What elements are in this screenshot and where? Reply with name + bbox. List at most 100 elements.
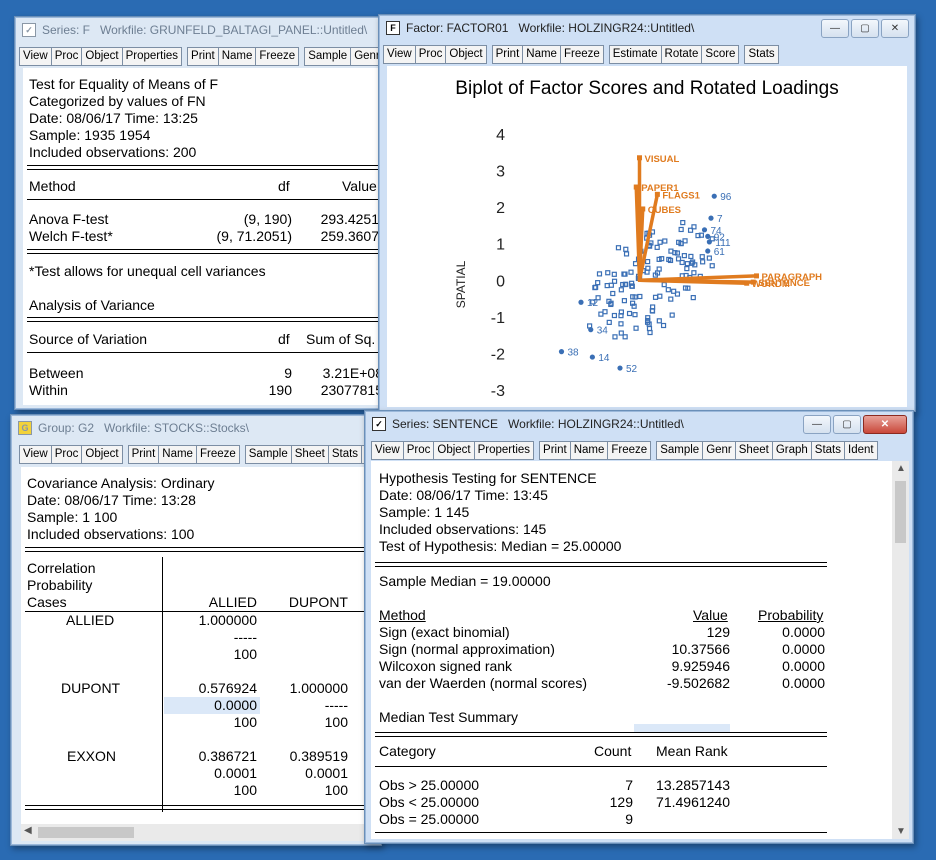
print-button[interactable]: Print: [491, 44, 524, 64]
scroll-thumb[interactable]: [895, 481, 906, 543]
header-line: Sample: 1 100: [27, 509, 118, 525]
header-line: Included observations: 145: [379, 521, 547, 537]
name-button[interactable]: Name: [217, 46, 257, 66]
horizontal-scrollbar[interactable]: ◀: [21, 824, 381, 841]
view-button[interactable]: View: [371, 440, 404, 460]
rotate-button[interactable]: Rotate: [660, 44, 703, 64]
name-button[interactable]: Name: [158, 444, 197, 464]
name-button[interactable]: Name: [522, 44, 561, 64]
view-button[interactable]: View: [19, 46, 52, 66]
workfile-label: Workfile: HOLZINGR24::Untitled\: [518, 21, 695, 35]
cell-selected[interactable]: 0.0000: [171, 697, 257, 713]
freeze-button[interactable]: Freeze: [559, 44, 604, 64]
freeze-button[interactable]: Freeze: [607, 440, 652, 460]
row-label: Sign (exact binomial): [379, 624, 510, 640]
stats-button[interactable]: Stats: [744, 44, 779, 64]
row-prob: 0.0000: [782, 658, 825, 674]
properties-button[interactable]: Properties: [121, 46, 183, 66]
window-group-g2[interactable]: G Group: G2 Workfile: STOCKS::Stocks\ Vie…: [10, 414, 382, 846]
scroll-up-icon[interactable]: ▲: [896, 463, 906, 474]
workfile-label: Workfile: GRUNFELD_BALTAGI_PANEL::Untitl…: [100, 23, 368, 37]
view-button[interactable]: View: [383, 44, 416, 64]
properties-button[interactable]: Properties: [473, 440, 535, 460]
col-sumsq: Sum of Sq.: [306, 331, 376, 347]
score-point: [684, 266, 690, 272]
titlebar[interactable]: F Factor: FACTOR01 Workfile: HOLZINGR24::…: [379, 15, 915, 41]
print-button[interactable]: Print: [127, 444, 160, 464]
score-point: [632, 312, 638, 318]
sample-button[interactable]: Sample: [304, 46, 352, 66]
proc-button[interactable]: Proc: [50, 46, 83, 66]
estimate-button[interactable]: Estimate: [608, 44, 662, 64]
cell[interactable]: 0.0001: [266, 765, 348, 781]
stats-button[interactable]: Stats: [810, 440, 846, 460]
freeze-button[interactable]: Freeze: [255, 46, 300, 66]
close-button[interactable]: ✕: [863, 415, 907, 434]
score-point: [668, 248, 674, 254]
window-factor[interactable]: F Factor: FACTOR01 Workfile: HOLZINGR24::…: [378, 14, 916, 412]
cell[interactable]: -----: [266, 697, 348, 713]
scroll-down-icon[interactable]: ▼: [896, 826, 906, 837]
name-button[interactable]: Name: [569, 440, 609, 460]
vertical-scrollbar[interactable]: ▲ ▼: [892, 461, 909, 839]
score-point: [602, 309, 608, 315]
proc-button[interactable]: Proc: [50, 444, 83, 464]
object-button[interactable]: Object: [81, 46, 123, 66]
stats-button[interactable]: Stats: [327, 444, 363, 464]
cell[interactable]: 100: [266, 714, 348, 730]
cell[interactable]: 100: [266, 782, 348, 798]
cell[interactable]: 0.0001: [171, 765, 257, 781]
ident-button[interactable]: Ident: [844, 440, 878, 460]
cell[interactable]: 1.000000: [171, 612, 257, 628]
cell[interactable]: 0.576924: [171, 680, 257, 696]
cell[interactable]: 100: [171, 782, 257, 798]
graph-button[interactable]: Graph: [771, 440, 812, 460]
score-button[interactable]: Score: [701, 44, 740, 64]
y-tick-label: 0: [496, 273, 505, 290]
sheet-button[interactable]: Sheet: [290, 444, 329, 464]
sheet-button[interactable]: Sheet: [734, 440, 773, 460]
score-point: [632, 261, 639, 267]
freeze-button[interactable]: Freeze: [195, 444, 240, 464]
row-value: 3.21E+08: [322, 365, 383, 381]
print-button[interactable]: Print: [539, 440, 571, 460]
print-button[interactable]: Print: [187, 46, 219, 66]
window-series-f[interactable]: ✓ Series: F Workfile: GRUNFELD_BALTAGI_PA…: [14, 16, 396, 410]
object-button[interactable]: Object: [445, 44, 487, 64]
score-point: [656, 266, 662, 272]
cell[interactable]: 100: [171, 714, 257, 730]
scroll-left-icon[interactable]: ◀: [24, 825, 32, 836]
proc-button[interactable]: Proc: [414, 44, 447, 64]
score-point-labeled: [558, 349, 565, 355]
cell[interactable]: 0.386721: [171, 748, 257, 764]
sample-button[interactable]: Sample: [656, 440, 704, 460]
maximize-button[interactable]: ▢: [851, 19, 879, 38]
titlebar[interactable]: ✓ Series: SENTENCE Workfile: HOLZINGR24::…: [365, 411, 913, 437]
row-label: DUPONT: [61, 680, 121, 696]
titlebar[interactable]: G Group: G2 Workfile: STOCKS::Stocks\: [11, 415, 381, 441]
view-button[interactable]: View: [19, 444, 52, 464]
object-button[interactable]: Object: [433, 440, 475, 460]
row-value: 293.4251: [320, 211, 379, 227]
sample-button[interactable]: Sample: [244, 444, 292, 464]
cell[interactable]: -----: [171, 629, 257, 645]
window-series-sentence[interactable]: ✓ Series: SENTENCE Workfile: HOLZINGR24::…: [364, 410, 914, 844]
cell[interactable]: 0.389519: [266, 748, 348, 764]
minimize-button[interactable]: —: [803, 415, 831, 434]
genr-button[interactable]: Genr: [702, 440, 736, 460]
scroll-thumb[interactable]: [38, 827, 134, 838]
object-button[interactable]: Object: [81, 444, 123, 464]
proc-button[interactable]: Proc: [402, 440, 435, 460]
score-point: [680, 219, 686, 226]
row-count: 129: [609, 794, 633, 810]
close-button[interactable]: ✕: [881, 19, 909, 38]
score-point: [626, 310, 633, 317]
minimize-button[interactable]: —: [821, 19, 849, 38]
maximize-button[interactable]: ▢: [833, 415, 861, 434]
cell[interactable]: 100: [171, 646, 257, 662]
window-title: Series: SENTENCE: [392, 417, 499, 431]
titlebar[interactable]: ✓ Series: F Workfile: GRUNFELD_BALTAGI_PA…: [15, 17, 395, 43]
corner-label: Correlation: [27, 560, 96, 576]
y-tick-label: -3: [491, 383, 505, 400]
cell[interactable]: 1.000000: [266, 680, 348, 696]
